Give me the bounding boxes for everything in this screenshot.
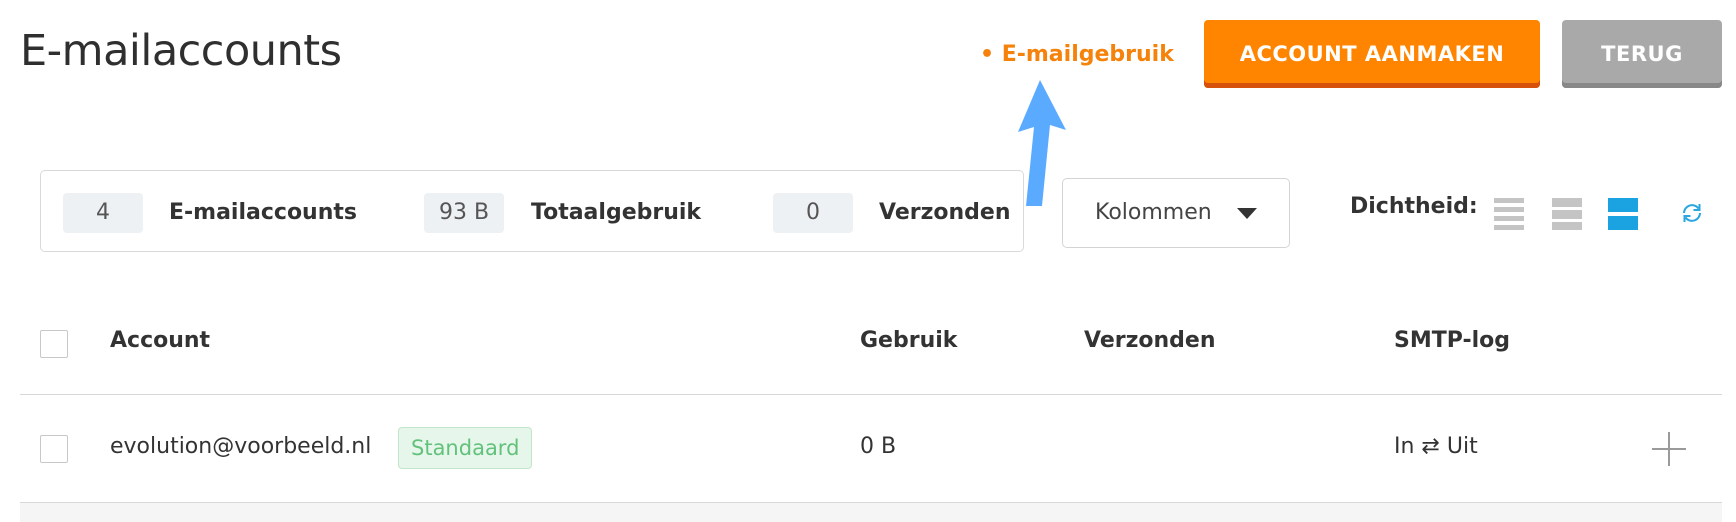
- column-header-usage[interactable]: Gebruik: [860, 328, 957, 353]
- stat-accounts-count: 4: [63, 193, 143, 233]
- select-all-checkbox[interactable]: [40, 330, 68, 358]
- density-spacious-icon[interactable]: [1608, 198, 1638, 230]
- default-badge: Standaard: [398, 427, 533, 469]
- stats-summary: 4 E-mailaccounts 93 B Totaalgebruik 0 Ve…: [40, 170, 1024, 252]
- back-button[interactable]: TERUG: [1562, 20, 1722, 88]
- stat-usage-count: 93 B: [424, 193, 504, 233]
- stat-usage-label: Totaalgebruik: [531, 200, 702, 225]
- account-usage: 0 B: [860, 434, 897, 459]
- table-next-row: [20, 503, 1722, 522]
- row-checkbox[interactable]: [40, 435, 68, 463]
- expand-plus-icon[interactable]: [1652, 432, 1686, 466]
- table-header-divider: [20, 394, 1722, 395]
- smtp-log-toggle[interactable]: In ⇄ Uit: [1394, 434, 1478, 459]
- columns-dropdown[interactable]: Kolommen: [1062, 178, 1290, 248]
- density-label: Dichtheid:: [1350, 194, 1478, 219]
- stat-accounts-label: E-mailaccounts: [169, 200, 357, 225]
- page-title: E-mailaccounts: [20, 26, 342, 76]
- stat-sent-label: Verzonden: [879, 200, 1011, 225]
- columns-dropdown-label: Kolommen: [1095, 200, 1212, 225]
- stat-sent-count: 0: [773, 193, 853, 233]
- column-header-sent[interactable]: Verzonden: [1084, 328, 1216, 353]
- refresh-icon[interactable]: [1680, 201, 1704, 225]
- density-compact-icon[interactable]: [1494, 198, 1524, 230]
- email-usage-link[interactable]: • E-mailgebruik: [980, 42, 1174, 67]
- column-header-account[interactable]: Account: [110, 328, 210, 353]
- density-normal-icon[interactable]: [1552, 198, 1582, 230]
- column-header-smtp-log[interactable]: SMTP-log: [1394, 328, 1510, 353]
- create-account-button[interactable]: ACCOUNT AANMAKEN: [1204, 20, 1540, 88]
- caret-down-icon: [1237, 208, 1257, 219]
- account-email[interactable]: evolution@voorbeeld.nl: [110, 434, 371, 459]
